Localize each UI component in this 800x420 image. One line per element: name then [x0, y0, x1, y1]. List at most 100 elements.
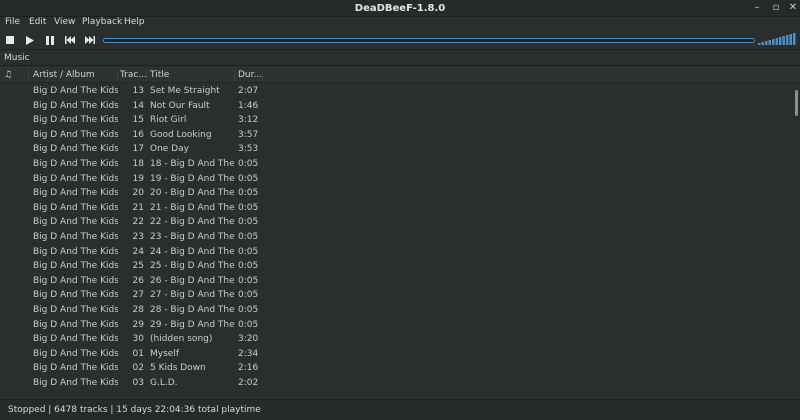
column-header: ♫ Artist / Album Trac... Title Dur... [0, 67, 800, 83]
title-cell: 27 - Big D And The ... [150, 290, 235, 301]
title-cell: 21 - Big D And The ... [150, 202, 235, 213]
play-button[interactable] [22, 33, 38, 47]
duration-cell: 0:05 [238, 305, 259, 315]
menu-edit[interactable]: Edit [29, 17, 46, 27]
scrollbar-thumb[interactable] [795, 90, 798, 116]
track-row[interactable]: Big D And The Kids ... 23 23 - Big D And T… [0, 230, 792, 245]
track-row[interactable]: Big D And The Kids ... 21 21 - Big D And T… [0, 201, 792, 216]
column-divider[interactable] [117, 69, 118, 81]
column-divider[interactable] [234, 69, 235, 81]
track-number-cell: 03 [132, 378, 144, 388]
status-text: Stopped | 6478 tracks | 15 days 22:04:36… [8, 405, 261, 415]
stop-icon [6, 36, 14, 44]
track-number-cell: 15 [132, 115, 144, 126]
artist-album-cell: Big D And The Kids ... [33, 275, 118, 286]
playlist-tabs: Music [0, 51, 800, 66]
playing-column-header[interactable]: ♫ [4, 70, 12, 80]
track-row[interactable]: Big D And The Kids ... 26 26 - Big D And T… [0, 274, 792, 289]
duration-cell: 0:05 [238, 246, 259, 257]
menu-file[interactable]: File [5, 17, 20, 27]
column-divider[interactable] [28, 69, 29, 81]
track-row[interactable]: Big D And The Kids ... 01 Myself 2:34 [0, 347, 792, 362]
track-column-header[interactable]: Trac... [120, 70, 146, 80]
duration-column-header[interactable]: Dur... [238, 70, 262, 80]
title-cell: One Day [150, 144, 189, 155]
artist-album-cell: Big D And The Kids ... [33, 334, 118, 345]
duration-cell: 0:05 [238, 261, 259, 272]
menu-playback[interactable]: Playback [82, 17, 122, 27]
artist-album-cell: Big D And The Kids ... [33, 246, 118, 257]
title-column-header[interactable]: Title [150, 70, 233, 80]
stop-button[interactable] [2, 33, 18, 47]
track-row[interactable]: Big D And The Kids ... 20 20 - Big D And T… [0, 186, 792, 201]
track-row[interactable]: Big D And The Kids ... 13 Set Me Straight 2… [0, 84, 792, 99]
play-icon [26, 35, 34, 45]
column-divider[interactable] [146, 69, 147, 81]
title-cell: Not Our Fault [150, 100, 210, 111]
track-row[interactable]: Big D And The Kids ... 28 28 - Big D And T… [0, 303, 792, 318]
track-row[interactable]: Big D And The Kids ... 22 22 - Big D And T… [0, 215, 792, 230]
track-row[interactable]: Big D And The Kids ... 27 27 - Big D And T… [0, 288, 792, 303]
title-cell: 20 - Big D And The ... [150, 188, 235, 199]
duration-cell: 0:05 [238, 173, 259, 184]
track-row[interactable]: Big D And The Kids ... 18 18 - Big D And T… [0, 157, 792, 172]
title-cell: 24 - Big D And The ... [150, 246, 235, 257]
title-cell: 18 - Big D And The ... [150, 159, 235, 169]
track-row[interactable]: Big D And The Kids ... 03 G.L.D. 2:02 [0, 376, 792, 391]
artist-album-column-header[interactable]: Artist / Album [33, 70, 116, 80]
duration-cell: 2:02 [238, 378, 259, 388]
duration-cell: 0:05 [238, 159, 259, 169]
track-number-cell: 13 [132, 86, 144, 96]
artist-album-cell: Big D And The Kids ... [33, 305, 118, 315]
track-row[interactable]: Big D And The Kids ... 25 25 - Big D And T… [0, 259, 792, 274]
menu-help[interactable]: Help [124, 17, 145, 27]
track-row[interactable]: Big D And The Kids ... 16 Good Looking 3:57 [0, 128, 792, 143]
track-row[interactable]: Big D And The Kids ... 29 29 - Big D And T… [0, 318, 792, 333]
previous-button[interactable] [62, 33, 78, 47]
artist-album-cell: Big D And The Kids ... [33, 217, 118, 228]
volume-bar[interactable] [758, 33, 798, 45]
title-cell: 19 - Big D And The ... [150, 173, 235, 184]
artist-album-cell: Big D And The Kids ... [33, 144, 118, 155]
playlist[interactable]: Big D And The Kids ... 13 Set Me Straight 2… [0, 84, 792, 398]
track-number-cell: 17 [132, 144, 144, 155]
previous-icon [65, 36, 75, 44]
playlist-scrollbar[interactable] [792, 84, 800, 398]
track-row[interactable]: Big D And The Kids ... 14 Not Our Fault 1:4… [0, 99, 792, 114]
title-cell: Myself [150, 348, 179, 359]
track-number-cell: 14 [132, 100, 144, 111]
title-cell: 25 - Big D And The ... [150, 261, 235, 272]
track-row[interactable]: Big D And The Kids ... 24 24 - Big D And T… [0, 245, 792, 260]
duration-cell: 0:05 [238, 290, 259, 301]
track-number-cell: 23 [132, 232, 144, 242]
minimize-icon[interactable]: – [751, 2, 763, 14]
close-icon[interactable]: ✕ [787, 2, 799, 14]
title-bar: DeaDBeeF-1.8.0 – ▫ ✕ [0, 0, 800, 17]
title-cell: 22 - Big D And The ... [150, 217, 235, 228]
artist-album-cell: Big D And The Kids ... [33, 232, 118, 242]
track-row[interactable]: Big D And The Kids ... 30 (hidden song) 3:2… [0, 332, 792, 347]
track-row[interactable]: Big D And The Kids ... 17 One Day 3:53 [0, 142, 792, 157]
tab-music[interactable]: Music [4, 53, 30, 63]
artist-album-cell: Big D And The Kids ... [33, 202, 118, 213]
title-cell: Riot Girl [150, 115, 187, 126]
duration-cell: 2:16 [238, 363, 259, 374]
column-divider[interactable] [262, 69, 263, 81]
duration-cell: 3:20 [238, 334, 259, 345]
duration-cell: 0:05 [238, 232, 259, 242]
maximize-icon[interactable]: ▫ [770, 2, 782, 14]
window-title: DeaDBeeF-1.8.0 [354, 3, 446, 14]
track-row[interactable]: Big D And The Kids ... 02 5 Kids Down 2:16 [0, 361, 792, 376]
artist-album-cell: Big D And The Kids ... [33, 173, 118, 184]
track-row[interactable]: Big D And The Kids ... 15 Riot Girl 3:12 [0, 113, 792, 128]
artist-album-cell: Big D And The Kids ... [33, 290, 118, 301]
title-cell: 26 - Big D And The ... [150, 275, 235, 286]
menu-view[interactable]: View [54, 17, 75, 27]
artist-album-cell: Big D And The Kids ... [33, 261, 118, 272]
seek-bar[interactable] [103, 38, 755, 43]
next-button[interactable] [82, 33, 98, 47]
track-number-cell: 01 [132, 348, 144, 359]
track-row[interactable]: Big D And The Kids ... 19 19 - Big D And T… [0, 172, 792, 187]
artist-album-cell: Big D And The Kids ... [33, 363, 118, 374]
pause-button[interactable] [42, 33, 58, 47]
